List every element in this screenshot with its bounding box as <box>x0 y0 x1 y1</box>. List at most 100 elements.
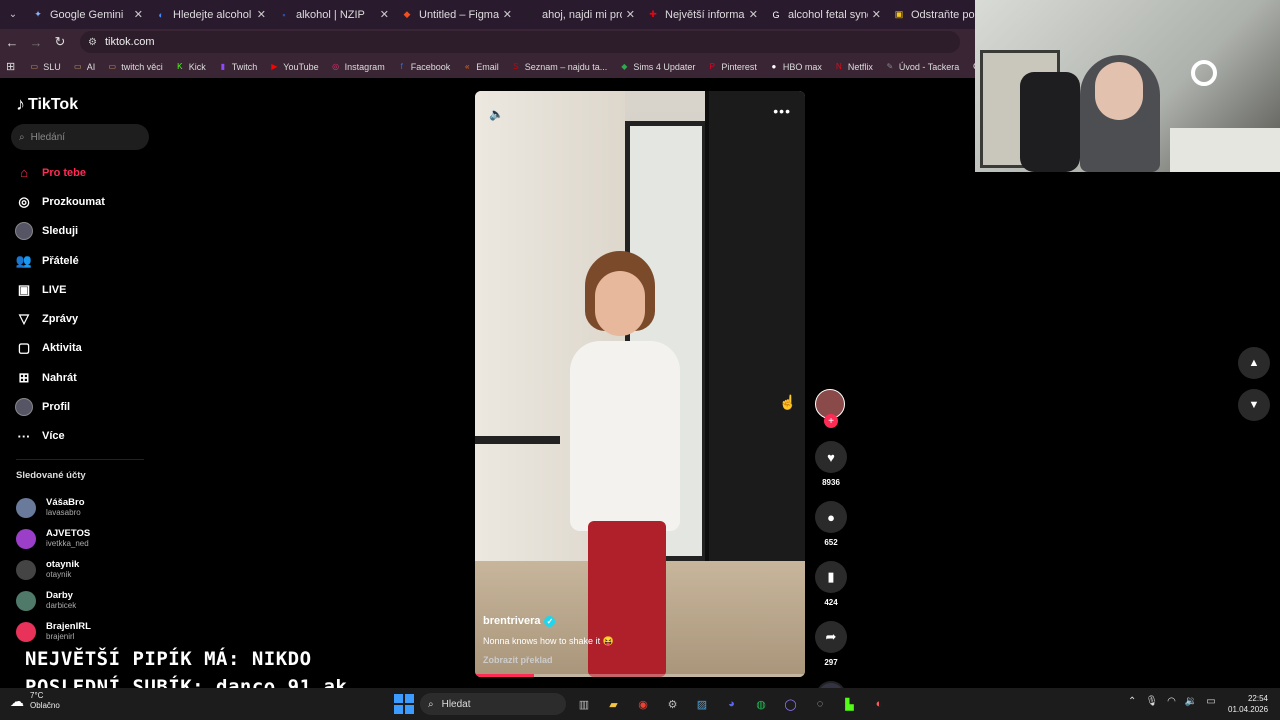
following-item[interactable]: VášaBro lavasabro <box>16 492 91 523</box>
sidebar-item[interactable]: Sleduji <box>14 217 154 246</box>
tab-strip: ✦ Google Gemini ✕◐ Hledejte alcohol – Co… <box>26 0 1010 29</box>
nav-label: Prozkoumat <box>42 195 105 208</box>
forward-icon[interactable]: → <box>24 35 48 50</box>
close-tab-icon[interactable]: ✕ <box>257 8 266 21</box>
tab-search-menu[interactable]: ⌄ <box>0 0 26 29</box>
more-options-icon[interactable]: ••• <box>773 103 791 119</box>
nav-label: Pro tebe <box>42 166 87 179</box>
video-author[interactable]: brentrivera ✓ <box>483 615 556 627</box>
wifi-icon[interactable]: ◠ <box>1167 696 1176 707</box>
bookmark-item[interactable]: ✎ Úvod - Tackera <box>885 62 960 72</box>
creator-avatar[interactable]: + <box>815 389 845 428</box>
close-tab-icon[interactable]: ✕ <box>872 8 881 21</box>
browser-tab[interactable]: ✚ Největší informační z ✕ <box>641 0 764 29</box>
apps-icon[interactable]: ⊞ <box>6 60 15 73</box>
bookmark-icon[interactable]: ▮ <box>815 561 847 593</box>
bookmark-item[interactable]: ◆ Sims 4 Updater <box>619 62 695 72</box>
bookmark-item[interactable]: ◎ Instagram <box>331 62 385 72</box>
bookmark-item[interactable]: ▶ YouTube <box>269 62 318 72</box>
settings-icon[interactable]: ⚙ <box>663 694 683 714</box>
chrome-icon[interactable]: ◉ <box>633 694 653 714</box>
bookmark-item[interactable]: ▭ SLU <box>29 62 60 72</box>
taskbar-search[interactable]: ⌕ Hledat <box>420 693 566 715</box>
close-tab-icon[interactable]: ✕ <box>503 8 512 21</box>
heart-icon[interactable]: ♥ <box>815 441 847 473</box>
sidebar-item[interactable]: ▢ Aktivita <box>14 334 154 363</box>
kick-icon[interactable]: ▙ <box>840 694 860 714</box>
bookmark-icon: N <box>836 62 842 71</box>
chevron-up-icon[interactable]: ▲ <box>1238 347 1270 379</box>
following-item[interactable]: otaynik otaynik <box>16 554 91 585</box>
bookmark-item[interactable]: P Pinterest <box>707 62 757 72</box>
windows-start-icon[interactable] <box>394 694 414 714</box>
bookmark-item[interactable]: f Facebook <box>397 62 451 72</box>
video-progress-bar[interactable] <box>475 674 805 677</box>
comment-icon[interactable]: ● <box>815 501 847 533</box>
site-info-icon[interactable]: ⚙ <box>88 37 97 48</box>
browser-tab[interactable]: ▪ alkohol | NZIP ✕ <box>272 0 395 29</box>
sidebar-item[interactable]: ··· Více <box>14 422 154 451</box>
weather-widget[interactable]: ☁ 7°C Oblačno <box>10 691 60 711</box>
sidebar-item[interactable]: ⌂ Pro tebe <box>14 158 154 187</box>
sidebar-nav: ⌂ Pro tebe ◎ Prozkoumat Sleduji 👥 Přátelé ▣ LIVE… <box>14 158 154 451</box>
discord-icon[interactable]: ◕ <box>722 694 742 714</box>
battery-icon[interactable]: ▭ <box>1206 696 1215 707</box>
nav-label: Nahrát <box>42 371 77 384</box>
microphone-icon[interactable]: 🎙 <box>1145 696 1158 707</box>
bookmark-item[interactable]: ▮ Twitch <box>218 62 258 72</box>
sidebar-item[interactable]: ▽ Zprávy <box>14 304 154 333</box>
follow-plus-icon[interactable]: + <box>824 414 838 428</box>
close-tab-icon[interactable]: ✕ <box>626 8 635 21</box>
webcam-face <box>1095 62 1143 120</box>
sidebar-item[interactable]: ⊞ Nahrát <box>14 363 154 392</box>
following-item[interactable]: BrajenIRL brajenirl <box>16 616 91 647</box>
bookmark-icon: f <box>400 62 403 71</box>
following-item[interactable]: Darby darbicek <box>16 585 91 616</box>
tiktok-logo[interactable]: ♪ TikTok <box>16 94 78 115</box>
sidebar-item[interactable]: Profil <box>14 392 154 421</box>
close-tab-icon[interactable]: ✕ <box>134 8 143 21</box>
close-tab-icon[interactable]: ✕ <box>749 8 758 21</box>
obs-icon[interactable]: ◯ <box>781 694 801 714</box>
browser-tab[interactable]: G alcohol fetal syndrom ✕ <box>764 0 887 29</box>
app-icon[interactable]: ◌ <box>810 694 830 714</box>
sidebar-item[interactable]: ◎ Prozkoumat <box>14 187 154 216</box>
sidebar-item[interactable]: 👥 Přátelé <box>14 246 154 275</box>
browser-tab[interactable]: ⚙ ahoj, najdi mi prosim ✕ <box>518 0 641 29</box>
photos-icon[interactable]: ▨ <box>692 694 712 714</box>
bookmark-item[interactable]: N Netflix <box>834 62 873 72</box>
bookmark-item[interactable]: K Kick <box>175 62 206 72</box>
close-tab-icon[interactable]: ✕ <box>380 8 389 21</box>
translate-link[interactable]: Zobrazit překlad <box>483 655 553 665</box>
speaker-icon[interactable]: 🔉 <box>1185 696 1197 707</box>
following-item[interactable]: AJVETOS ivetkka_ned <box>16 523 91 554</box>
browser-tab[interactable]: ✦ Google Gemini ✕ <box>26 0 149 29</box>
url-field[interactable]: ⚙ tiktok.com <box>80 31 960 53</box>
file-explorer-icon[interactable]: ▰ <box>604 694 624 714</box>
tab-favicon-icon: ✦ <box>34 9 42 19</box>
video-player[interactable]: 🔈 ••• brentrivera ✓ Nonna knows how to s… <box>475 91 805 677</box>
bookmark-item[interactable]: ● HBO max <box>769 62 821 72</box>
bookmark-item[interactable]: ▭ twitch věci <box>107 62 162 72</box>
nav-icon: ⌂ <box>20 165 28 181</box>
app-red-icon[interactable]: ◐ <box>869 694 889 714</box>
back-icon[interactable]: ← <box>0 35 24 50</box>
spotify-icon[interactable]: ◍ <box>751 694 771 714</box>
nav-icon: ▽ <box>19 311 29 327</box>
volume-icon[interactable]: 🔈 <box>489 107 504 121</box>
task-view-icon[interactable]: ▥ <box>574 694 594 714</box>
bookmark-item[interactable]: S Seznam – najdu ta... <box>511 62 607 72</box>
tray-chevron-icon[interactable]: ⌃ <box>1128 696 1136 707</box>
reload-icon[interactable]: ↻ <box>48 34 72 50</box>
chevron-down-icon[interactable]: ▼ <box>1238 389 1270 421</box>
bookmark-item[interactable]: « Email <box>462 62 499 72</box>
clock[interactable]: 22:54 01.04.2026 <box>1228 693 1268 715</box>
share-icon[interactable]: ➦ <box>815 621 847 653</box>
search-input[interactable]: ⌕ Hledání <box>11 124 149 150</box>
bookmark-item[interactable]: ▭ AI <box>73 62 95 72</box>
sidebar-item[interactable]: ▣ LIVE <box>14 275 154 304</box>
tab-favicon-icon: ▣ <box>894 9 904 19</box>
taskbar-search-label: Hledat <box>441 698 471 710</box>
browser-tab[interactable]: ◆ Untitled – Figma Slide ✕ <box>395 0 518 29</box>
browser-tab[interactable]: ◐ Hledejte alcohol – Co ✕ <box>149 0 272 29</box>
